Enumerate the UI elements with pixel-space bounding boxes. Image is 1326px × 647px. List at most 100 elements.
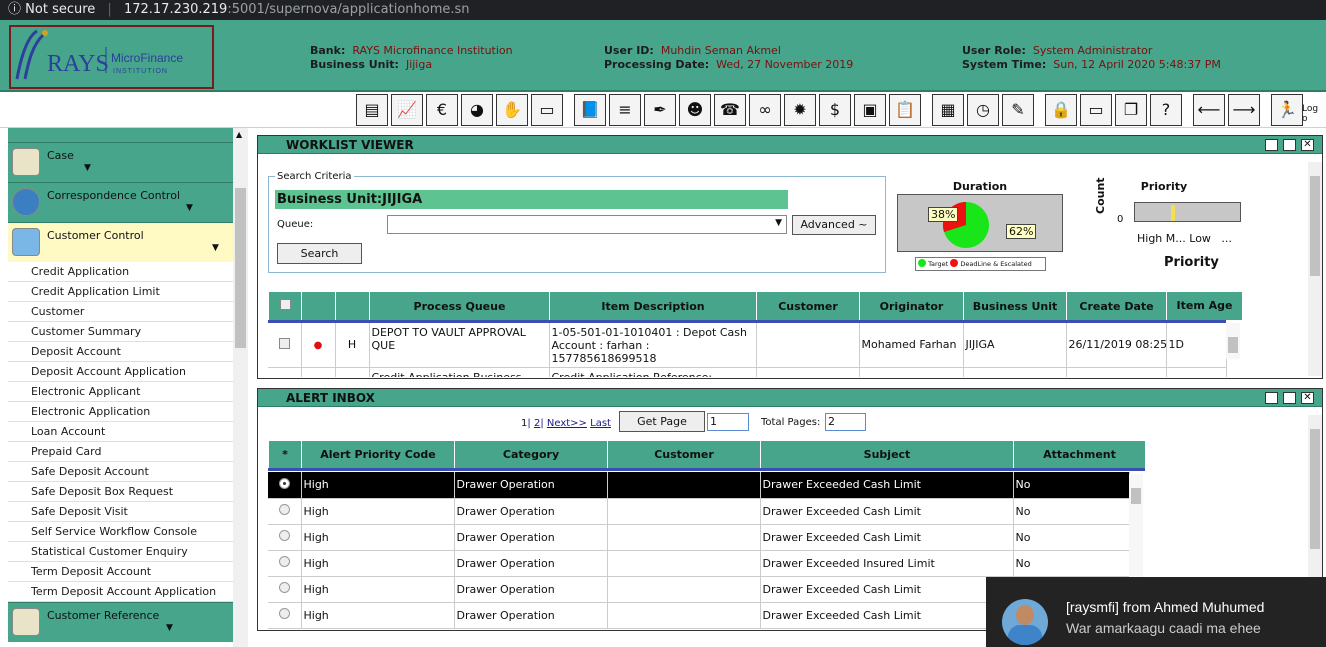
book-icon[interactable]: 📘 <box>574 94 606 126</box>
user-dollar-icon[interactable]: $ <box>819 94 851 126</box>
sidebar-group-case[interactable]: Case ▼ <box>8 142 248 182</box>
clock-icon[interactable]: ◷ <box>967 94 999 126</box>
search-button[interactable]: Search <box>277 243 362 264</box>
scroll-up-icon[interactable]: ▲ <box>236 130 242 139</box>
database-icon[interactable]: ▤ <box>356 94 388 126</box>
queue-select[interactable]: ▼ <box>387 215 787 234</box>
sidebar-group-customer-reference[interactable]: Customer Reference ▼ <box>8 602 248 642</box>
currency-icon[interactable]: € <box>426 94 458 126</box>
glasses-icon[interactable]: ∞ <box>749 94 781 126</box>
scrollbar-thumb[interactable] <box>235 188 246 348</box>
profile-icon[interactable]: ☻ <box>679 94 711 126</box>
info-icon[interactable]: ⓘ <box>8 2 21 17</box>
sidebar-item[interactable]: Self Service Workflow Console <box>8 522 248 542</box>
close-icon[interactable]: ✕ <box>1301 139 1314 151</box>
clipboard-icon[interactable]: 📋 <box>889 94 921 126</box>
sidebar-group-top[interactable] <box>8 128 248 142</box>
table-row[interactable]: High Drawer Operation Drawer Exceeded Cash… <box>268 472 1130 499</box>
col-subject[interactable]: Subject <box>760 440 1014 469</box>
phone-icon[interactable]: ☎ <box>714 94 746 126</box>
exit-icon[interactable]: 🏃 <box>1271 94 1303 126</box>
sidebar-item[interactable]: Safe Deposit Visit <box>8 502 248 522</box>
col-attachment[interactable]: Attachment <box>1013 440 1146 469</box>
sidebar-item[interactable]: Customer Summary <box>8 322 248 342</box>
advanced-button[interactable]: Advanced ~ <box>792 215 876 235</box>
col-business-unit[interactable]: Business Unit <box>963 291 1067 321</box>
close-icon[interactable]: ✕ <box>1301 392 1314 404</box>
logout-label[interactable]: Log o <box>1302 104 1326 124</box>
briefcase-icon[interactable]: ▣ <box>854 94 886 126</box>
chat-notification[interactable]: [raysmfi] from Ahmed Muhumed War amarkaa… <box>986 577 1326 647</box>
select-all-checkbox[interactable] <box>279 299 291 310</box>
forward-arrow-icon[interactable]: ⟶ <box>1228 94 1260 126</box>
sidebar-item[interactable]: Term Deposit Account Application <box>8 582 248 602</box>
sidebar-item[interactable]: Customer <box>8 302 248 322</box>
col-customer[interactable]: Customer <box>607 440 761 469</box>
pie-chart-icon[interactable]: ◕ <box>461 94 493 126</box>
scrollbar-thumb[interactable] <box>1310 429 1320 549</box>
sidebar-item[interactable]: Credit Application Limit <box>8 282 248 302</box>
badge-icon[interactable]: ✹ <box>784 94 816 126</box>
scrollbar-thumb[interactable] <box>1131 488 1141 504</box>
sidebar-item[interactable]: Electronic Application <box>8 402 248 422</box>
back-arrow-icon[interactable]: ⟵ <box>1193 94 1225 126</box>
sidebar-item[interactable]: Deposit Account <box>8 342 248 362</box>
col-item-description[interactable]: Item Description <box>549 291 757 321</box>
row-radio[interactable] <box>278 556 290 567</box>
page-input[interactable]: 1 <box>707 413 749 431</box>
sidebar-item[interactable]: Statistical Customer Enquiry <box>8 542 248 562</box>
maximize-icon[interactable] <box>1283 139 1296 151</box>
help-icon[interactable]: ? <box>1150 94 1182 126</box>
sidebar-item[interactable]: Term Deposit Account <box>8 562 248 582</box>
hand-icon[interactable]: ✋ <box>496 94 528 126</box>
window-icon[interactable]: ▭ <box>1080 94 1112 126</box>
lock-icon[interactable]: 🔒 <box>1045 94 1077 126</box>
table-row[interactable]: ●MCredit Application BusinessCredit Appl… <box>268 367 1227 377</box>
col-category[interactable]: Category <box>454 440 608 469</box>
chart-icon[interactable]: 📈 <box>391 94 423 126</box>
table-row[interactable]: High Drawer Operation Drawer Exceeded Insu… <box>268 550 1130 577</box>
row-radio[interactable] <box>278 477 290 489</box>
worklist-grid-scrollbar[interactable] <box>1226 323 1240 359</box>
drawer-icon[interactable]: ▭ <box>531 94 563 126</box>
scrollbar-thumb[interactable] <box>1310 176 1320 276</box>
col-item-age[interactable]: Item Age <box>1166 291 1243 321</box>
sidebar-group-customer-control[interactable]: Customer Control ▼ <box>8 222 248 262</box>
last-link[interactable]: Last <box>590 418 611 429</box>
col-process-queue[interactable]: Process Queue <box>369 291 550 321</box>
address-bar[interactable]: ⓘ Not secure | 172.17.230.219:5001/super… <box>0 0 1326 20</box>
sidebar-item[interactable]: Credit Application <box>8 262 248 282</box>
sidebar-item[interactable]: Loan Account <box>8 422 248 442</box>
minimize-icon[interactable] <box>1265 139 1278 151</box>
col-alert-priority[interactable]: Alert Priority Code <box>301 440 455 469</box>
col-create-date[interactable]: Create Date <box>1066 291 1167 321</box>
col-originator[interactable]: Originator <box>859 291 964 321</box>
row-radio[interactable] <box>278 504 290 515</box>
maximize-icon[interactable] <box>1283 392 1296 404</box>
sidebar-item[interactable]: Deposit Account Application <box>8 362 248 382</box>
table-row[interactable]: High Drawer Operation Drawer Exceeded Cash… <box>268 498 1130 525</box>
minimize-icon[interactable] <box>1265 392 1278 404</box>
next-link[interactable]: Next>> <box>547 418 587 429</box>
select-all-header[interactable] <box>268 291 302 321</box>
row-radio[interactable] <box>278 608 290 619</box>
scrollbar-thumb[interactable] <box>1228 337 1238 353</box>
sidebar-item[interactable]: Safe Deposit Box Request <box>8 482 248 502</box>
pen-icon[interactable]: ✒ <box>644 94 676 126</box>
sidebar-item[interactable]: Prepaid Card <box>8 442 248 462</box>
sidebar-scrollbar[interactable]: ▲ <box>233 128 248 647</box>
calendar-icon[interactable]: ▦ <box>932 94 964 126</box>
row-radio[interactable] <box>278 582 290 593</box>
windows-icon[interactable]: ❐ <box>1115 94 1147 126</box>
worklist-scrollbar[interactable] <box>1308 162 1322 376</box>
row-radio[interactable] <box>278 530 290 541</box>
table-row[interactable]: High Drawer Operation Drawer Exceeded Cash… <box>268 524 1130 551</box>
sidebar-item[interactable]: Safe Deposit Account <box>8 462 248 482</box>
pencil-icon[interactable]: ✎ <box>1002 94 1034 126</box>
table-row[interactable]: ● H DEPOT TO VAULT APPROVAL QUE 1-05-501-01… <box>268 323 1227 368</box>
get-page-button[interactable]: Get Page <box>619 411 705 432</box>
cylinder-icon[interactable]: ≡ <box>609 94 641 126</box>
sidebar-item[interactable]: Electronic Applicant <box>8 382 248 402</box>
col-customer[interactable]: Customer <box>756 291 860 321</box>
dropdown-arrow-icon[interactable]: ▼ <box>775 218 782 228</box>
